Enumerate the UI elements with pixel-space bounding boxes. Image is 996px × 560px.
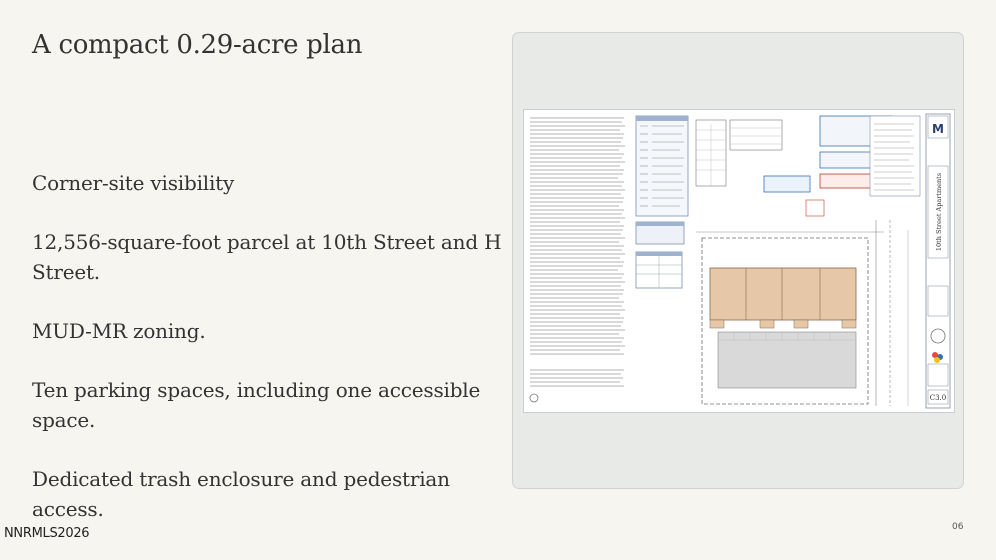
general-notes-column <box>530 117 625 387</box>
bullet-parcel-size: 12,556-square-foot parcel at 10th Street… <box>32 230 502 284</box>
site-plan-drawing: M 10th Street Apartments C3.0 <box>529 113 951 409</box>
footer-mls-label: NNRMLS2026 <box>4 526 90 541</box>
site-plan-sheet: M 10th Street Apartments C3.0 <box>523 109 955 413</box>
bullet-trash-pedestrian: Dedicated trash enclosure and pedestrian… <box>32 467 450 521</box>
bullet-zoning: MUD-MR zoning. <box>32 319 206 343</box>
bullet-corner-site: Corner-site visibility <box>32 171 235 195</box>
north-arrow-icon <box>529 393 539 403</box>
site-plan-figure: M 10th Street Apartments C3.0 <box>512 32 964 489</box>
project-name-label: 10th Street Apartments <box>935 173 943 251</box>
title-block: M 10th Street Apartments C3.0 <box>925 113 951 409</box>
sheet-number: C3.0 <box>930 394 947 402</box>
firm-logo: M <box>932 122 944 136</box>
building-footprint <box>709 267 857 329</box>
keynotes-column <box>869 115 921 197</box>
slide-title: A compact 0.29-acre plan <box>32 30 363 60</box>
bullet-list: Corner-site visibility 12,556-square-foo… <box>32 168 502 553</box>
legend-box <box>635 115 689 217</box>
bullet-parking: Ten parking spaces, including one access… <box>32 378 481 432</box>
parking-table <box>635 221 685 289</box>
parking-lot <box>717 331 857 389</box>
page-number: 06 <box>952 522 964 532</box>
